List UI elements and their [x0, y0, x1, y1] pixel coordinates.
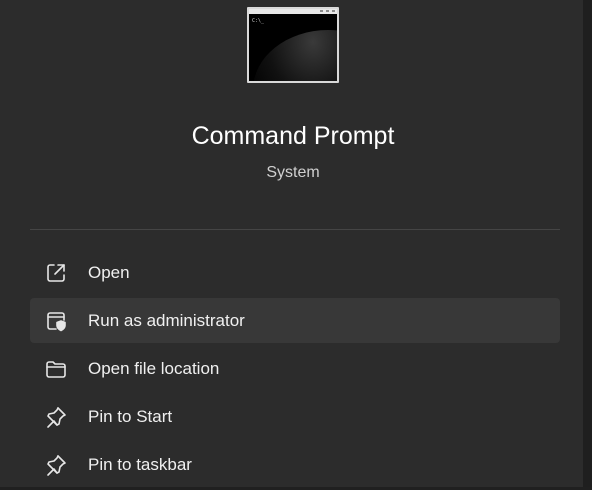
pin-to-taskbar-label: Pin to taskbar — [88, 455, 192, 474]
folder-icon — [44, 357, 68, 381]
icon-prompt-text: C:\_ — [252, 18, 265, 24]
scrollbar-track[interactable] — [583, 0, 592, 487]
command-prompt-icon: C:\_ — [247, 7, 339, 83]
pin-to-taskbar-action[interactable]: Pin to taskbar — [30, 442, 560, 487]
open-external-icon — [44, 261, 68, 285]
pin-to-start-label: Pin to Start — [88, 407, 173, 426]
divider — [30, 229, 560, 230]
open-file-location-label: Open file location — [88, 359, 220, 378]
pin-icon — [44, 453, 68, 477]
app-type-label: System — [266, 164, 320, 181]
run-as-administrator-action[interactable]: Run as administrator — [30, 298, 560, 343]
icon-glow — [253, 30, 337, 81]
pin-icon — [44, 405, 68, 429]
run-as-administrator-label: Run as administrator — [88, 311, 245, 330]
icon-screen: C:\_ — [249, 14, 337, 81]
app-details-panel: C:\_ Command Prompt System Open Run as a… — [0, 0, 583, 487]
open-file-location-action[interactable]: Open file location — [30, 346, 560, 391]
open-label: Open — [88, 263, 130, 282]
app-title: Command Prompt — [191, 122, 395, 150]
pin-to-start-action[interactable]: Pin to Start — [30, 394, 560, 439]
shield-window-icon — [44, 309, 68, 333]
open-action[interactable]: Open — [30, 250, 560, 295]
action-menu: Open Run as administrator Open file loca… — [30, 250, 560, 490]
